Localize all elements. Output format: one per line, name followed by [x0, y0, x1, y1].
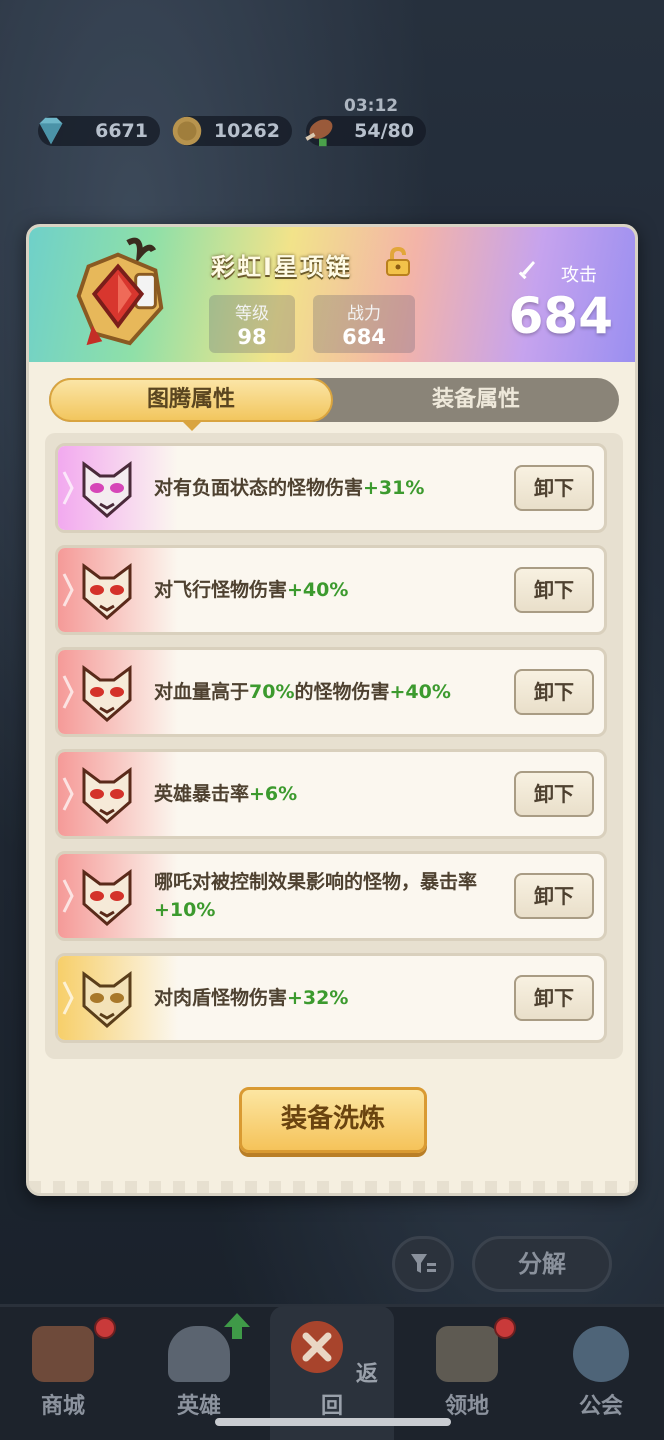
- fox-mask-icon: [82, 665, 132, 722]
- planet-icon: [573, 1326, 629, 1382]
- decompose-button[interactable]: 分解: [472, 1236, 612, 1292]
- fox-mask-icon: [82, 869, 132, 926]
- hero-icon: [168, 1326, 230, 1382]
- castle-icon: [436, 1326, 498, 1382]
- unequip-button[interactable]: 卸下: [514, 465, 594, 511]
- item-name: 彩虹I星项链: [211, 253, 352, 281]
- attack-value: 684: [508, 287, 613, 345]
- power-box: 战力 684: [313, 295, 415, 353]
- attribute-row: 英雄暴击率+6% 卸下: [55, 749, 607, 839]
- chevron-icon: [62, 471, 74, 505]
- attack-label: 攻击: [561, 265, 597, 286]
- chevron-icon: [62, 675, 74, 709]
- unequip-button[interactable]: 卸下: [514, 669, 594, 715]
- coin-icon: [172, 116, 202, 146]
- chevron-icon: [62, 777, 74, 811]
- fox-mask-icon: [82, 461, 132, 518]
- stamina-counter[interactable]: 54/80: [305, 116, 426, 147]
- attribute-row: 哪吒对被控制效果影响的怪物，暴击率 +10% 卸下: [55, 851, 607, 941]
- fox-mask-icon: [82, 971, 132, 1028]
- filter-button[interactable]: [392, 1236, 454, 1292]
- attribute-row: 对血量高于70%的怪物伤害+40% 卸下: [55, 647, 607, 737]
- level-box: 等级 98: [209, 295, 295, 353]
- necklace-icon: [76, 237, 164, 346]
- refine-equipment-button[interactable]: 装备洗炼: [239, 1087, 427, 1153]
- fox-mask-icon: [82, 767, 132, 824]
- shop-badge: [94, 1317, 116, 1339]
- item-header: 彩虹I星项链 等级 98 战力 684 攻击 684: [29, 227, 635, 362]
- modal-bottom-edge: [29, 1181, 635, 1193]
- nav-back[interactable]: 返回: [277, 1319, 387, 1420]
- attribute-row: 对飞行怪物伤害+40% 卸下: [55, 545, 607, 635]
- chevron-icon: [62, 573, 74, 607]
- nav-territory[interactable]: 领地: [412, 1326, 522, 1420]
- chevron-icon: [62, 981, 74, 1015]
- upgrade-arrow-icon: [224, 1313, 250, 1339]
- gem-counter[interactable]: 6671: [38, 116, 160, 146]
- nav-guild[interactable]: 公会: [546, 1326, 656, 1420]
- territory-badge: [494, 1317, 516, 1339]
- coin-counter[interactable]: 10262: [172, 116, 292, 146]
- bottom-nav: 商城 英雄 返回 领地 公会: [0, 1304, 664, 1440]
- meat-icon: [305, 119, 333, 147]
- home-indicator[interactable]: [215, 1418, 451, 1426]
- resource-bar: 6671 10262 54/80: [30, 112, 664, 152]
- tab-pointer: [183, 422, 201, 431]
- filter-icon: [411, 1254, 436, 1273]
- sword-icon: [518, 261, 535, 280]
- diamond-icon: [39, 117, 63, 145]
- attribute-tabs: 图腾属性 装备属性: [49, 378, 619, 422]
- chevron-icon: [62, 879, 74, 913]
- attribute-row: 对肉盾怪物伤害+32% 卸下: [55, 953, 607, 1043]
- tab-equipment-attributes[interactable]: 装备属性: [333, 378, 619, 422]
- unequip-button[interactable]: 卸下: [514, 567, 594, 613]
- unequip-button[interactable]: 卸下: [514, 771, 594, 817]
- close-icon: [291, 1321, 344, 1373]
- shop-icon: [32, 1326, 94, 1382]
- unlock-icon[interactable]: [385, 247, 411, 277]
- tab-totem-attributes[interactable]: 图腾属性: [49, 378, 333, 422]
- attribute-list: 对有负面状态的怪物伤害+31% 卸下 对飞行怪物伤害+40% 卸下 对血量高于7…: [45, 433, 623, 1059]
- unequip-button[interactable]: 卸下: [514, 975, 594, 1021]
- fox-mask-icon: [82, 563, 132, 620]
- unequip-button[interactable]: 卸下: [514, 873, 594, 919]
- attribute-row: 对有负面状态的怪物伤害+31% 卸下: [55, 443, 607, 533]
- equipment-detail-modal: 彩虹I星项链 等级 98 战力 684 攻击 684 图腾属性 装备属性 对有负…: [26, 224, 638, 1196]
- nav-shop[interactable]: 商城: [8, 1326, 118, 1420]
